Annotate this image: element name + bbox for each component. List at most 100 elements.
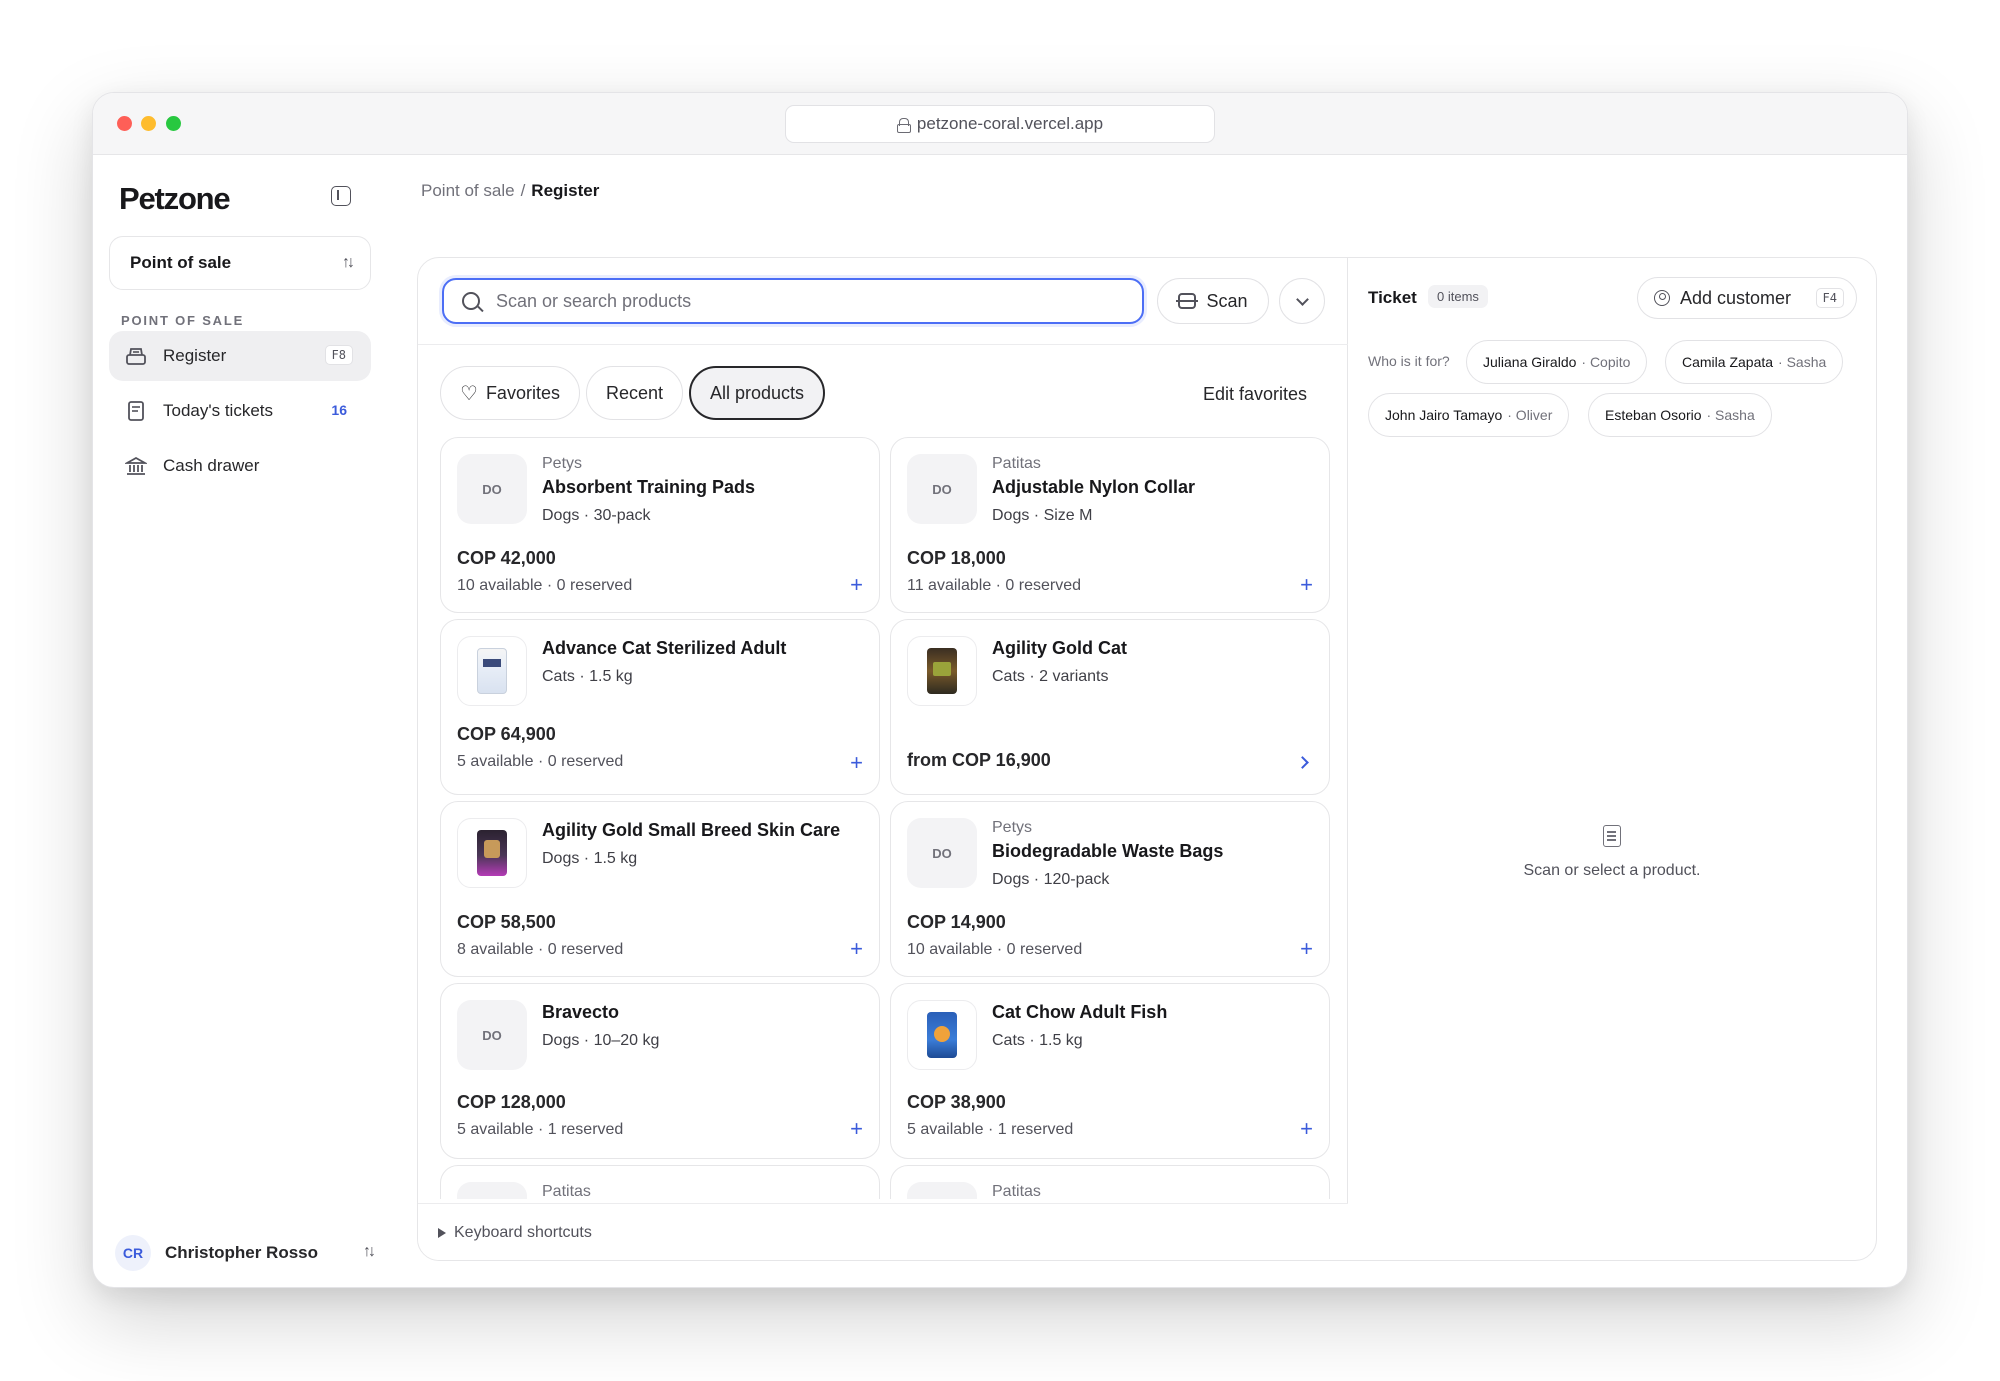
customer-chip[interactable]: John Jairo Tamayo · Oliver — [1368, 393, 1570, 437]
add-to-ticket-button[interactable]: + — [850, 1118, 863, 1140]
register-icon — [126, 348, 146, 365]
customer-chip[interactable]: Esteban Osorio · Sasha — [1588, 393, 1772, 437]
user-name: Christopher Rosso — [165, 1243, 319, 1262]
heart-icon: ♡ — [460, 382, 478, 405]
edit-favorites-button[interactable]: Edit favorites — [1203, 384, 1307, 405]
lock-icon — [896, 117, 911, 133]
search-icon — [462, 292, 480, 310]
product-pane: Scan ♡ Favorites Recent All products Edi… — [418, 258, 1348, 1260]
receipt-icon — [1603, 825, 1621, 847]
empty-message: Scan or select a product. — [1523, 862, 1701, 879]
bank-icon — [125, 456, 147, 475]
add-to-ticket-button[interactable]: + — [850, 938, 863, 960]
tab-favorites[interactable]: ♡ Favorites — [440, 366, 580, 420]
more-options-button[interactable] — [1279, 278, 1325, 324]
product-card[interactable]: Cat Chow Adult Fish Cats · 1.5 kg COP 38… — [890, 983, 1330, 1159]
product-price: COP 18,000 — [907, 548, 1006, 568]
product-name: Absorbent Training Pads — [542, 477, 756, 497]
minimize-window-button[interactable] — [141, 116, 156, 131]
sidebar-toggle-icon[interactable] — [331, 186, 351, 206]
product-name: Biodegradable Waste Bags — [992, 841, 1224, 861]
customer-name: Juliana Giraldo — [1483, 354, 1577, 370]
sidebar-item-cash-drawer[interactable]: Cash drawer — [109, 441, 371, 491]
product-card[interactable]: Agility Gold Cat Cats · 2 variants from … — [890, 619, 1330, 795]
product-card[interactable]: DO Bravecto Dogs · 10–20 kg COP 128,000 … — [440, 983, 880, 1159]
customer-name: Camila Zapata — [1682, 354, 1774, 370]
add-to-ticket-button[interactable]: + — [1300, 938, 1313, 960]
search-input[interactable] — [496, 290, 1142, 312]
section-label: POINT OF SALE — [121, 313, 245, 328]
tab-recent[interactable]: Recent — [585, 366, 684, 420]
sidebar-item-todays-tickets[interactable]: Today's tickets 16 — [109, 386, 371, 436]
ticket-empty-state: Scan or select a product. — [1348, 825, 1876, 880]
ticket-item-count: 0 items — [1428, 285, 1488, 308]
product-price: COP 42,000 — [457, 548, 556, 568]
scan-button[interactable]: Scan — [1157, 278, 1269, 324]
product-meta: Cats · 1.5 kg — [992, 1032, 1083, 1049]
pet-name: · Oliver — [1507, 407, 1553, 423]
chevron-right-icon[interactable] — [1296, 756, 1309, 769]
product-grid: DO Petys Absorbent Training Pads Dogs · … — [440, 437, 1332, 1199]
product-name: Agility Gold Small Breed Skin Care — [542, 820, 841, 840]
product-stock: 8 available · 0 reserved — [457, 941, 624, 958]
tab-label: Favorites — [485, 382, 560, 403]
tickets-count-badge: 16 — [331, 402, 347, 418]
maximize-window-button[interactable] — [166, 116, 181, 131]
product-card[interactable]: Patitas — [890, 1165, 1330, 1199]
product-search[interactable] — [442, 278, 1144, 324]
add-to-ticket-button[interactable]: + — [850, 752, 863, 774]
dog-food-bag-image — [477, 830, 507, 876]
keyboard-shortcuts-toggle[interactable]: Keyboard shortcuts — [418, 1203, 1348, 1260]
product-meta: Dogs · 30-pack — [542, 507, 651, 524]
product-thumbnail: DO — [457, 1000, 527, 1070]
url-text: petzone-coral.vercel.app — [916, 114, 1104, 133]
sidebar-item-register[interactable]: Register F8 — [109, 331, 371, 381]
filter-tabs: ♡ Favorites Recent All products — [440, 366, 826, 420]
product-price: COP 64,900 — [457, 724, 556, 744]
customer-chip[interactable]: Juliana Giraldo · Copito — [1466, 340, 1648, 384]
avatar: CR — [115, 1235, 151, 1271]
breadcrumb-parent[interactable]: Point of sale — [421, 181, 515, 200]
product-card[interactable]: DO Patitas Adjustable Nylon Collar Dogs … — [890, 437, 1330, 613]
product-price: COP 14,900 — [907, 912, 1006, 932]
add-to-ticket-button[interactable]: + — [850, 574, 863, 596]
product-card[interactable]: DO Petys Absorbent Training Pads Dogs · … — [440, 437, 880, 613]
app-context-switcher[interactable]: Point of sale ↑↓ — [109, 236, 371, 290]
add-customer-button[interactable]: Add customer F4 — [1637, 277, 1857, 319]
product-name: Cat Chow Adult Fish — [992, 1002, 1168, 1022]
product-price: from COP 16,900 — [907, 750, 1051, 770]
tab-label: All products — [710, 382, 805, 403]
customer-name: John Jairo Tamayo — [1385, 407, 1503, 423]
product-card[interactable]: Patitas — [440, 1165, 880, 1199]
product-card[interactable]: Agility Gold Small Breed Skin Care Dogs … — [440, 801, 880, 977]
product-thumbnail — [907, 1182, 977, 1199]
product-thumbnail: DO — [457, 454, 527, 524]
keyboard-shortcuts-label: Keyboard shortcuts — [454, 1223, 592, 1241]
product-price: COP 128,000 — [457, 1092, 566, 1112]
close-window-button[interactable] — [117, 116, 132, 131]
breadcrumb-current: Register — [531, 181, 600, 200]
pet-name: · Sasha — [1706, 407, 1755, 423]
customer-chip[interactable]: Camila Zapata · Sasha — [1665, 340, 1844, 384]
receipt-icon — [128, 401, 144, 421]
product-stock: 11 available · 0 reserved — [907, 577, 1082, 594]
disclosure-triangle-icon — [438, 1227, 446, 1238]
add-to-ticket-button[interactable]: + — [1300, 574, 1313, 596]
user-circle-icon — [1654, 290, 1670, 306]
who-is-it-for-label: Who is it for? — [1368, 353, 1450, 369]
user-menu[interactable]: CR Christopher Rosso ↑↓ — [115, 1232, 377, 1274]
product-image — [907, 1000, 977, 1070]
shortcut-badge: F4 — [1815, 288, 1844, 308]
product-card[interactable]: Advance Cat Sterilized Adult Cats · 1.5 … — [440, 619, 880, 795]
divider — [418, 344, 1348, 345]
product-brand: Patitas — [992, 455, 1041, 472]
scan-label: Scan — [1206, 290, 1248, 311]
product-meta: Dogs · 10–20 kg — [542, 1032, 660, 1049]
product-card[interactable]: DO Petys Biodegradable Waste Bags Dogs ·… — [890, 801, 1330, 977]
address-bar[interactable]: petzone-coral.vercel.app — [785, 105, 1215, 143]
product-thumbnail: DO — [907, 454, 977, 524]
product-image — [457, 636, 527, 706]
add-to-ticket-button[interactable]: + — [1300, 1118, 1313, 1140]
tab-all-products[interactable]: All products — [689, 366, 826, 420]
pet-name: · Copito — [1581, 354, 1631, 370]
